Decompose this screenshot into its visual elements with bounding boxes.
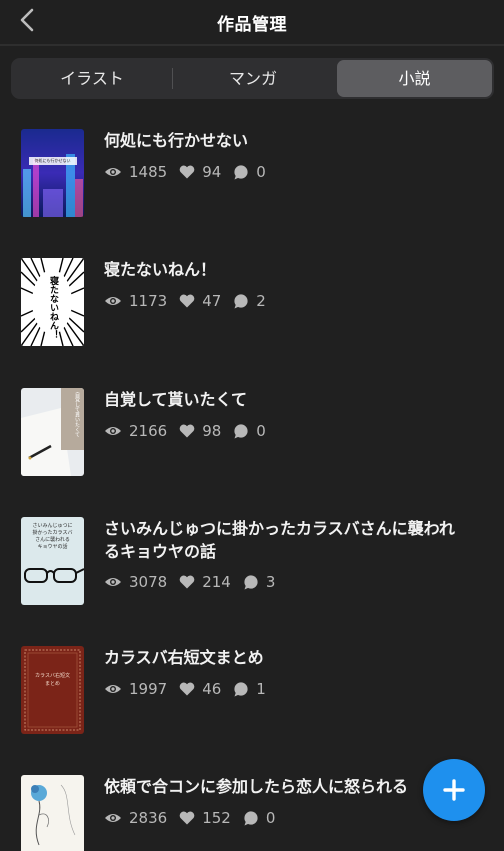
view-count: 1997: [129, 680, 168, 698]
view-count: 1173: [129, 292, 168, 310]
like-count: 47: [202, 292, 222, 310]
work-cover: カラスバ右短文 まとめ: [21, 646, 84, 734]
like-count: 214: [202, 573, 231, 591]
view-count: 2166: [129, 422, 168, 440]
work-cover: [21, 775, 84, 851]
view-count: 2836: [129, 809, 168, 827]
comment-icon: [234, 293, 248, 308]
work-item[interactable]: カラスバ右短文 まとめ カラスバ右短文まとめ 1997 46 1: [0, 646, 504, 736]
comment-icon: [244, 810, 258, 825]
cover-text: 自覚して貰いたくて: [74, 392, 80, 437]
cover-text: 寝たないねん！: [48, 276, 58, 339]
work-title: カラスバ右短文まとめ: [104, 648, 264, 667]
work-title: 自覚して貰いたくて: [104, 390, 248, 409]
comment-icon: [244, 574, 258, 589]
work-item[interactable]: さいみんじゅつに 掛かったカラスバ さんに襲われる キョウヤの話 さいみんじゅつ…: [0, 517, 504, 607]
work-cover: さいみんじゅつに 掛かったカラスバ さんに襲われる キョウヤの話: [21, 517, 84, 605]
cover-text: さいみんじゅつに 掛かったカラスバ さんに襲われる キョウヤの話: [32, 523, 73, 550]
heart-icon: [179, 165, 195, 179]
eye-icon: [105, 814, 121, 822]
heart-icon: [179, 682, 195, 696]
cover-text: カラスバ右短文 まとめ: [35, 673, 70, 687]
comment-count: 0: [265, 809, 276, 827]
work-title: 何処にも行かせない: [104, 131, 249, 150]
comment-count: 0: [256, 163, 266, 181]
eye-icon: [105, 685, 121, 693]
heart-icon: [179, 424, 195, 438]
like-count: 46: [202, 680, 222, 698]
work-stats: 1173 47 2: [104, 291, 278, 311]
view-count: 1485: [129, 163, 168, 181]
eye-icon: [105, 578, 121, 586]
work-stats: 1997 46 1: [104, 679, 278, 699]
work-cover: 何処にも行かせない: [21, 129, 84, 217]
work-item[interactable]: 自覚して貰いたくて 自覚して貰いたくて 2166 98 0: [0, 388, 504, 478]
comment-count: 2: [256, 292, 266, 310]
work-cover: 寝たないねん！: [21, 258, 84, 346]
category-segmented-control: イラスト マンガ 小説: [11, 58, 494, 99]
cover-text: 何処にも行かせない: [34, 158, 71, 163]
eye-icon: [105, 297, 121, 305]
comment-count: 1: [256, 680, 266, 698]
comment-count: 0: [256, 422, 266, 440]
tab-illustration[interactable]: イラスト: [13, 60, 171, 97]
work-stats: 3078 214 3: [104, 572, 287, 592]
eye-icon: [105, 427, 121, 435]
comment-icon: [234, 423, 248, 438]
work-item[interactable]: 寝たないねん！ 寝たないねん！ 1173 47 2: [0, 258, 504, 348]
heart-icon: [179, 811, 195, 825]
view-count: 3078: [129, 573, 168, 591]
add-work-button[interactable]: [423, 759, 485, 821]
like-count: 152: [202, 809, 231, 827]
like-count: 94: [202, 163, 222, 181]
work-title: さいみんじゅつに掛かったカラスバさんに襲われ るキョウヤの話: [104, 519, 455, 561]
heart-icon: [179, 294, 195, 308]
comment-icon: [234, 164, 248, 179]
comment-count: 3: [265, 573, 276, 591]
work-cover: 自覚して貰いたくて: [21, 388, 84, 476]
eye-icon: [105, 168, 121, 176]
work-stats: 2836 152 0: [104, 808, 287, 828]
comment-icon: [234, 681, 248, 696]
work-item[interactable]: 何処にも行かせない 何処にも行かせない 1485 94 0: [0, 129, 504, 219]
tab-manga[interactable]: マンガ: [173, 60, 333, 97]
plus-icon: [443, 779, 465, 801]
tab-novel[interactable]: 小説: [337, 60, 492, 97]
app-header: 作品管理: [0, 0, 504, 46]
page-title: 作品管理: [217, 15, 287, 35]
work-title: 寝たないねん！: [104, 260, 217, 279]
work-stats: 2166 98 0: [104, 421, 278, 441]
work-stats: 1485 94 0: [104, 162, 278, 182]
like-count: 98: [202, 422, 222, 440]
heart-icon: [179, 575, 195, 589]
